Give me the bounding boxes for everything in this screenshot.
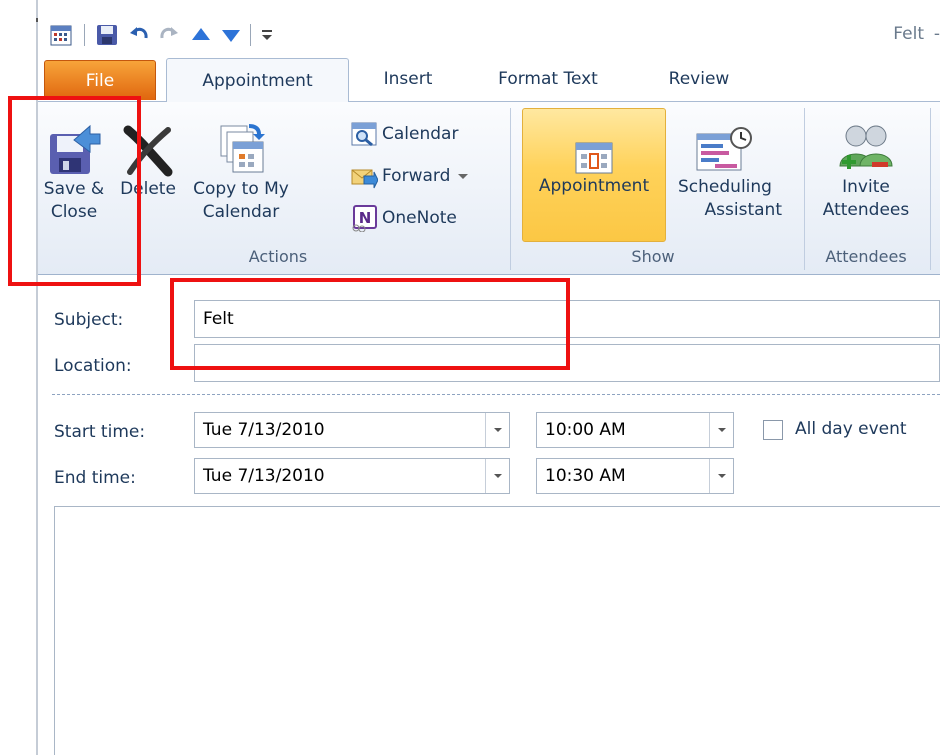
group-label-show: Show [631,247,675,266]
outlook-appointment-window: Felt - File Appointment Insert Format Te… [0,0,940,755]
delete-button[interactable]: Delete [108,106,188,201]
onenote-icon: N [352,205,377,232]
notes-body[interactable] [54,506,940,755]
subject-input[interactable] [194,300,940,338]
calendar-search-icon [351,122,377,147]
delete-label: Delete [120,179,176,199]
ribbon: Save & Close Delete Copy to My Calendar … [38,101,940,275]
scheduling-assistant-icon [695,106,755,176]
tab-insert[interactable]: Insert [358,58,458,100]
save-close-button[interactable]: Save & Close [40,106,108,224]
calendar-button[interactable]: Calendar [350,116,458,152]
save-close-label-line1: Save & [43,179,105,199]
chevron-down-icon[interactable] [485,459,509,493]
onenote-button[interactable]: N OneNote [350,200,457,236]
calendar-icon[interactable] [48,22,74,48]
scheduling-assistant-button[interactable]: Scheduling Assistant [668,106,782,222]
start-date-value: Tue 7/13/2010 [203,420,325,440]
window-title: Felt [893,24,924,44]
start-time-picker[interactable]: 10:00 AM [536,412,734,448]
tab-review[interactable]: Review [658,58,740,100]
end-time-picker[interactable]: 10:30 AM [536,458,734,494]
start-date-picker[interactable]: Tue 7/13/2010 [194,412,510,448]
end-date-picker[interactable]: Tue 7/13/2010 [194,458,510,494]
arrow-up-icon[interactable] [188,22,214,48]
chevron-down-icon[interactable] [709,459,733,493]
calendar-label: Calendar [382,124,459,144]
copy-calendar-label-line1: Copy to My [193,179,289,199]
location-label: Location: [54,356,132,376]
invite-label-line2: Attendees [822,200,910,220]
forward-icon [351,169,378,189]
tab-appointment[interactable]: Appointment [166,58,349,102]
appointment-icon [574,109,614,175]
separator [52,394,940,395]
window-left-edge [36,0,38,755]
chevron-down-icon[interactable] [485,413,509,447]
window-edge-mark [36,18,38,22]
end-time-value: 10:30 AM [545,466,626,486]
all-day-label: All day event [795,419,907,439]
scheduling-label-line2: Assistant [704,200,782,220]
arrow-down-icon[interactable] [218,22,244,48]
all-day-checkbox[interactable] [763,420,783,440]
quick-access-toolbar: Felt - [38,0,940,58]
save-close-icon [46,106,102,178]
scheduling-label-line1: Scheduling [678,177,772,197]
svg-text:N: N [359,209,372,227]
start-time-value: 10:00 AM [545,420,626,440]
redo-icon[interactable] [156,22,182,48]
appointment-view-label: Appointment [538,176,650,196]
location-input[interactable] [194,344,940,382]
chevron-down-icon[interactable] [709,413,733,447]
copy-to-my-calendar-button[interactable]: Copy to My Calendar [188,106,294,224]
customize-icon[interactable] [254,22,280,48]
appointment-view-button[interactable]: Appointment [522,108,666,242]
forward-button[interactable]: Forward [350,158,470,194]
appointment-form: Subject: Location: Start time: Tue 7/13/… [38,276,940,755]
tab-format-text[interactable]: Format Text [488,58,608,100]
forward-dropdown-icon[interactable] [456,169,470,183]
end-date-value: Tue 7/13/2010 [203,466,325,486]
undo-icon[interactable] [126,22,152,48]
group-label-actions: Actions [248,247,308,266]
forward-label: Forward [382,166,451,186]
copy-calendar-label-line2: Calendar [202,202,280,222]
onenote-label: OneNote [382,208,457,228]
delete-icon [120,106,176,178]
group-label-attendees: Attendees [825,247,907,266]
invite-attendees-button[interactable]: Invite Attendees [810,106,922,222]
invite-attendees-icon [836,106,896,176]
subject-label: Subject: [54,310,124,330]
end-time-label: End time: [54,468,136,488]
window-title-dash: - [933,24,940,44]
save-close-label-line2: Close [50,202,98,222]
tab-file[interactable]: File [44,60,156,100]
ribbon-tabs: File Appointment Insert Format Text Revi… [38,58,940,102]
copy-calendar-icon [213,106,269,178]
invite-label-line1: Invite [842,177,890,197]
start-time-label: Start time: [54,422,146,442]
save-icon[interactable] [94,22,120,48]
